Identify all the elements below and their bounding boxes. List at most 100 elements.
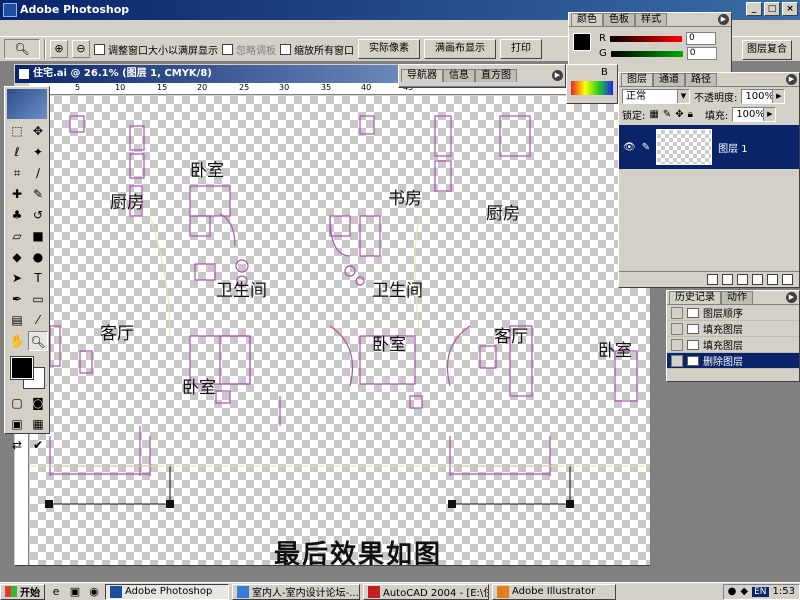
desktop-quicklaunch-icon[interactable]: ▣ (67, 585, 83, 599)
lock-all-icon[interactable]: 🔒︎ (688, 109, 693, 120)
ie-quicklaunch-icon[interactable]: e (48, 585, 64, 599)
history-source-checkbox[interactable] (671, 322, 683, 335)
crop-tool-icon[interactable]: ⌗ (7, 163, 27, 183)
lasso-tool-icon[interactable]: ℓ (7, 142, 27, 162)
check-icon[interactable]: ✔ (28, 435, 48, 455)
minimize-button[interactable]: _ (746, 2, 762, 16)
tab-navigator[interactable]: 导航器 (401, 69, 443, 82)
history-source-checkbox[interactable] (671, 306, 683, 319)
tab-color[interactable]: 颜色 (571, 13, 603, 26)
slice-tool-icon[interactable]: ∕ (28, 163, 48, 183)
tab-actions[interactable]: 动作 (721, 291, 753, 304)
history-source-checkbox[interactable] (671, 338, 683, 351)
green-slider[interactable] (610, 50, 683, 57)
tab-styles[interactable]: 样式 (635, 13, 667, 26)
zoom-tool-icon[interactable]: 🔍︎ (28, 331, 48, 351)
magic-wand-tool-icon[interactable]: ✦ (28, 142, 48, 162)
fit-screen-button[interactable]: 满画布显示 (424, 39, 496, 59)
lock-transparent-icon[interactable]: ▦ (649, 109, 658, 120)
color-ramp[interactable] (571, 81, 613, 95)
clone-stamp-tool-icon[interactable]: ♣ (7, 205, 27, 225)
zoom-out-button[interactable]: ⊖ (72, 40, 90, 58)
layer-comps-button[interactable]: 图层复合 (742, 40, 792, 60)
eyedropper-tool-icon[interactable]: ⁄ (28, 310, 48, 330)
history-item[interactable]: 删除图层 (667, 353, 799, 369)
close-button[interactable]: × (782, 2, 798, 16)
brush-tool-icon[interactable]: ✎ (28, 184, 48, 204)
healing-brush-tool-icon[interactable]: ✚ (7, 184, 27, 204)
palette-menu-icon[interactable]: ▶ (786, 74, 797, 85)
task-autocad[interactable]: AutoCAD 2004 - [E:\住宅... (363, 583, 489, 600)
actual-pixels-button[interactable]: 实际像素 (358, 39, 420, 59)
lock-position-icon[interactable]: ✥ (675, 109, 683, 120)
print-size-button[interactable]: 打印 (500, 39, 542, 59)
photoshop-logo-icon[interactable] (7, 89, 47, 119)
palette-menu-icon[interactable]: ▶ (786, 292, 797, 303)
full-screen-mode-icon[interactable]: ▦ (28, 414, 48, 434)
zoom-in-button[interactable]: ⊕ (50, 40, 68, 58)
media-quicklaunch-icon[interactable]: ◉ (86, 585, 102, 599)
eraser-tool-icon[interactable]: ▱ (7, 226, 27, 246)
trash-icon[interactable] (782, 274, 793, 285)
path-selection-tool-icon[interactable]: ➤ (7, 268, 27, 288)
task-photoshop[interactable]: Adobe Photoshop (105, 583, 229, 600)
history-item[interactable]: 填充图层 (667, 321, 799, 337)
history-item[interactable]: 图层顺序 (667, 305, 799, 321)
history-source-checkbox[interactable] (671, 354, 683, 367)
eye-icon[interactable]: 👁︎ (623, 142, 636, 153)
standard-mode-icon[interactable]: ▢ (7, 393, 27, 413)
resize-windows-checkbox[interactable]: 调整窗口大小以满屏显示 (94, 42, 218, 57)
tab-paths[interactable]: 路径 (685, 73, 717, 86)
move-tool-icon[interactable]: ✥ (28, 121, 48, 141)
color-fg-swatch[interactable] (573, 33, 591, 51)
shape-tool-icon[interactable]: ▭ (28, 289, 48, 309)
canvas[interactable]: 卧室 厨房 书房 厨房 卫生间 卫生间 客厅 卧室 客厅 卧室 卧室 最后效果如… (30, 96, 650, 565)
fill-field[interactable]: 100% ▶ (732, 106, 777, 122)
layer-style-icon[interactable] (707, 274, 718, 285)
tab-layers[interactable]: 图层 (621, 73, 653, 86)
start-button[interactable]: 开始 (0, 583, 45, 600)
marquee-tool-icon[interactable]: ⬚ (7, 121, 27, 141)
imageready-icon[interactable]: ⇄ (7, 435, 27, 455)
new-set-icon[interactable] (737, 274, 748, 285)
new-layer-icon[interactable] (767, 274, 778, 285)
tray-app-icon[interactable]: ● (728, 586, 737, 597)
notes-tool-icon[interactable]: ▤ (7, 310, 27, 330)
hand-tool-icon[interactable]: ✋ (7, 331, 27, 351)
ignore-palettes-checkbox[interactable]: 忽略调板 (222, 42, 276, 57)
blur-tool-icon[interactable]: ◆ (7, 247, 27, 267)
palette-menu-icon[interactable]: ▶ (552, 70, 563, 81)
layer-row[interactable]: 👁︎ ✎ 图层 1 (619, 125, 799, 169)
tab-swatches[interactable]: 色板 (603, 13, 635, 26)
green-value-field[interactable]: 0 (686, 47, 717, 60)
tab-info[interactable]: 信息 (443, 69, 475, 82)
history-brush-tool-icon[interactable]: ↺ (28, 205, 48, 225)
maximize-button[interactable]: □ (764, 2, 780, 16)
screen-mode-icon[interactable]: ▣ (7, 414, 27, 434)
zoom-tool-preset-picker[interactable]: 🔍︎ (4, 39, 40, 59)
gradient-tool-icon[interactable]: ■ (28, 226, 48, 246)
tab-history[interactable]: 历史记录 (669, 291, 721, 304)
foreground-color-swatch[interactable] (10, 356, 34, 380)
red-value-field[interactable]: 0 (685, 32, 716, 45)
palette-menu-icon[interactable]: ▶ (718, 14, 729, 25)
red-slider[interactable] (609, 35, 682, 42)
brush-link-icon[interactable]: ✎ (642, 142, 650, 153)
type-tool-icon[interactable]: T (28, 268, 48, 288)
language-indicator[interactable]: EN (752, 586, 769, 597)
task-illustrator[interactable]: Adobe Illustrator (492, 583, 616, 600)
tab-histogram[interactable]: 直方图 (475, 69, 517, 82)
lock-image-icon[interactable]: ✎ (663, 109, 671, 120)
tab-channels[interactable]: 通道 (653, 73, 685, 86)
opacity-field[interactable]: 100% ▶ (741, 88, 786, 104)
new-adjustment-icon[interactable] (752, 274, 763, 285)
tray-app-icon[interactable]: ◆ (740, 586, 748, 597)
pen-tool-icon[interactable]: ✒ (7, 289, 27, 309)
dodge-tool-icon[interactable]: ● (28, 247, 48, 267)
add-mask-icon[interactable] (722, 274, 733, 285)
quick-mask-mode-icon[interactable]: ◙ (28, 393, 48, 413)
zoom-all-windows-checkbox[interactable]: 缩放所有窗口 (280, 42, 354, 57)
blend-mode-select[interactable]: 正常 ▼ (622, 88, 690, 104)
history-item[interactable]: 填充图层 (667, 337, 799, 353)
task-browser[interactable]: 室内人-室内设计论坛-... (232, 583, 360, 600)
